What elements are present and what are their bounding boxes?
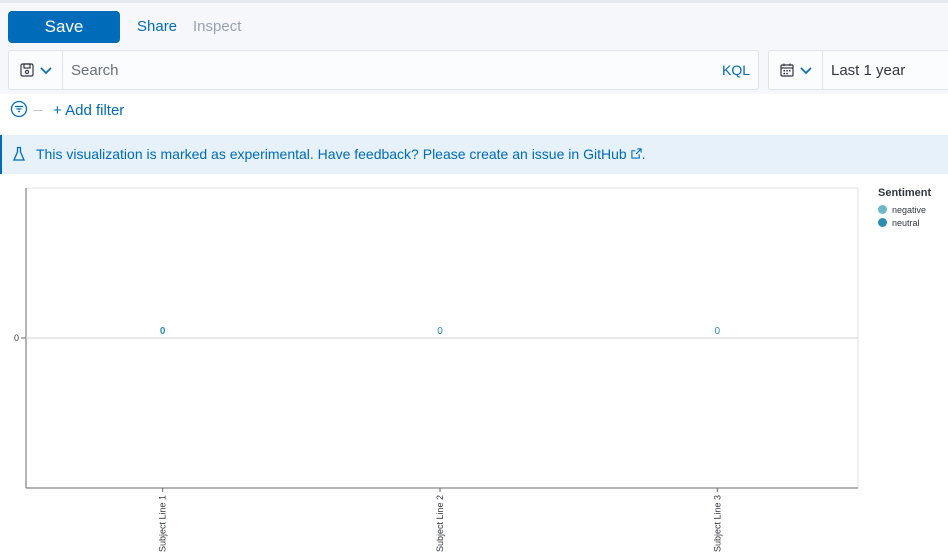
- sentiment-chart: 0 0 Subject Line 1 0 Subject Line 2 0 Subject …: [14, 187, 859, 552]
- chart-plot: 0 0 Subject Line 1 0 Subject Line 2 0 Subject …: [14, 187, 859, 552]
- x-tick-label: Subject Line 2: [435, 495, 445, 552]
- saved-query-button[interactable]: [9, 51, 63, 89]
- chevron-down-icon: [39, 67, 52, 75]
- calendar-icon: [779, 63, 794, 77]
- query-bar: Search KQL Last 1 year: [0, 47, 948, 94]
- legend-item-neutral[interactable]: neutral: [872, 216, 948, 229]
- legend-item-negative[interactable]: negative: [872, 203, 948, 216]
- legend-swatch: [878, 218, 887, 227]
- data-label: 0: [715, 326, 721, 337]
- legend-label: neutral: [892, 217, 920, 228]
- save-icon: [19, 63, 34, 77]
- inspect-link[interactable]: Inspect: [193, 18, 241, 35]
- github-link[interactable]: GitHub: [583, 146, 627, 162]
- add-filter-button[interactable]: + Add filter: [53, 102, 124, 119]
- data-label: 0: [437, 326, 443, 337]
- top-toolbar: Save Share Inspect: [0, 3, 948, 47]
- time-picker[interactable]: Last 1 year: [768, 50, 948, 90]
- time-range-label[interactable]: Last 1 year: [831, 62, 905, 79]
- save-button[interactable]: Save: [8, 11, 120, 43]
- callout-message: This visualization is marked as experime…: [36, 146, 646, 162]
- chevron-down-icon: [799, 67, 812, 75]
- kql-toggle[interactable]: KQL: [722, 62, 750, 78]
- filter-divider: [33, 110, 43, 111]
- share-link[interactable]: Share: [137, 18, 177, 35]
- x-tick-label: Subject Line 3: [712, 495, 722, 552]
- callout-suffix: .: [641, 146, 646, 162]
- y-tick-label: 0: [14, 333, 19, 343]
- legend-label: negative: [892, 204, 927, 215]
- x-tick-label: Subject Line 1: [158, 495, 168, 552]
- callout-text: This visualization is marked as experime…: [36, 146, 580, 162]
- beaker-icon: [13, 146, 25, 161]
- experimental-callout: This visualization is marked as experime…: [0, 135, 948, 174]
- chart-legend: Sentiment negative neutral: [872, 187, 948, 229]
- search-input[interactable]: Search: [71, 62, 119, 79]
- filter-bar: + Add filter: [0, 94, 948, 126]
- data-label: 0: [160, 326, 166, 337]
- legend-swatch: [878, 205, 887, 214]
- legend-title: Sentiment: [878, 187, 932, 199]
- search-bar: Search KQL: [8, 50, 759, 90]
- external-link-icon: [631, 148, 642, 159]
- filter-icon[interactable]: [10, 100, 28, 118]
- quick-select-button[interactable]: [769, 51, 823, 89]
